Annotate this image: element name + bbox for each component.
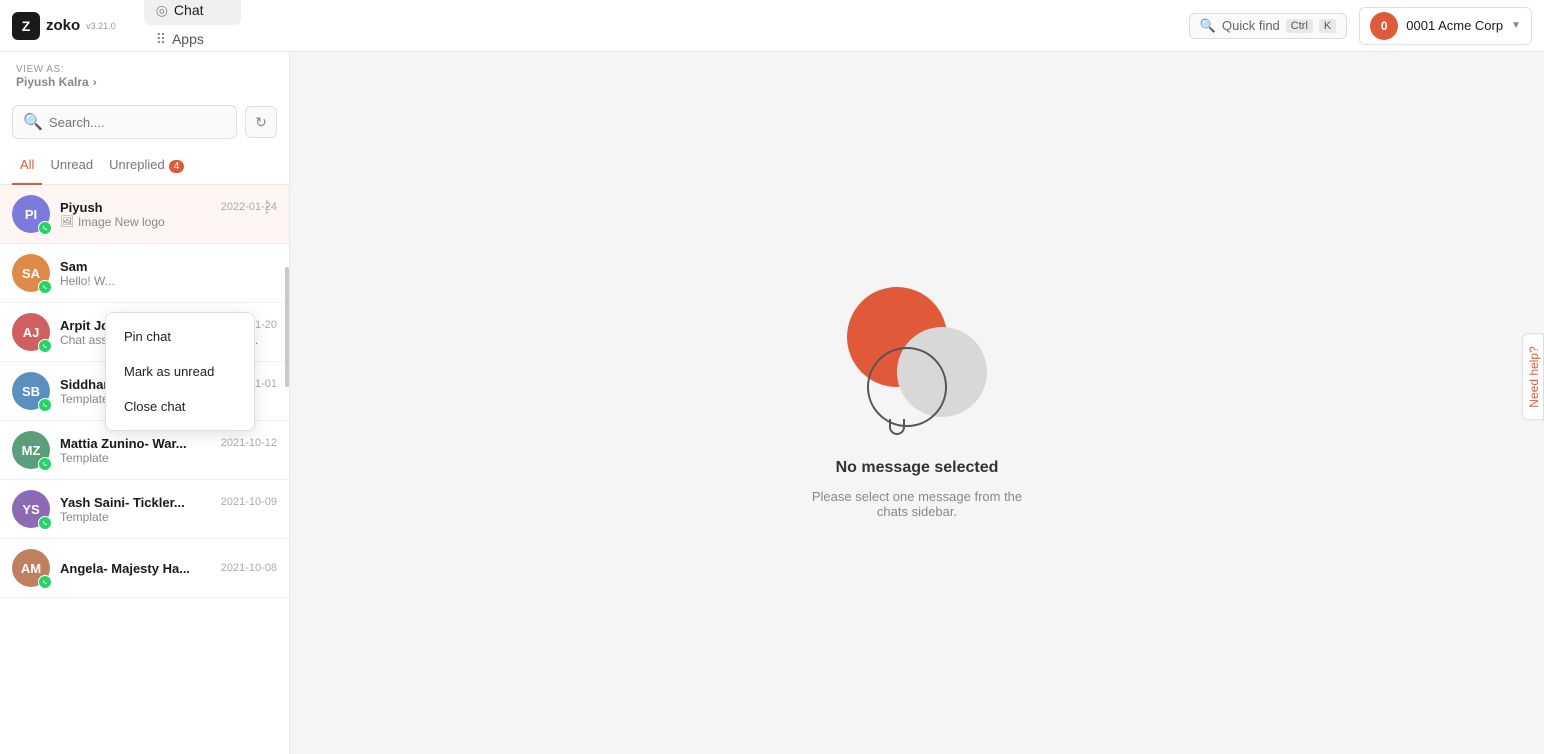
need-help-label: Need help? [1523,334,1544,419]
chat-icon: ◎ [156,2,168,19]
avatar: PI [12,195,50,233]
app-version: v3.21.0 [86,21,116,31]
top-navigation: Z zoko v3.21.0 ○Overview≡Queue◎Chat⠿Apps… [0,0,1544,52]
nav-label-apps: Apps [172,31,204,47]
logo-icon: Z [12,12,40,40]
chat-info: Angela- Majesty Ha... 2021-10-08 [60,561,277,576]
chat-item[interactable]: AM Angela- Majesty Ha... 2021-10-08 [0,539,289,598]
tab-label-all: All [20,157,34,172]
tab-label-unread: Unread [50,157,93,172]
chat-name: Angela- Majesty Ha... [60,561,190,576]
nav-label-chat: Chat [174,2,204,18]
whatsapp-badge [38,575,52,589]
chat-name: Sam [60,259,87,274]
chat-preview: Template [60,451,277,465]
tab-unreplied[interactable]: Unreplied 4 [101,147,192,185]
chat-date: 2021-10-09 [221,496,277,508]
chat-item[interactable]: PI Piyush 2022-01-24 🖼 Image New logo ⋮ [0,185,289,244]
avatar: AM [12,549,50,587]
bubble-outline [867,347,947,427]
more-options-button[interactable]: ⋮ [255,195,279,219]
view-as-name-btn[interactable]: Piyush Kalra › [16,75,273,89]
refresh-icon: ↻ [255,114,267,131]
tab-label-unreplied: Unreplied [109,157,165,172]
nav-item-apps[interactable]: ⠿ Apps [144,25,241,54]
chat-tabs: All Unread Unreplied 4 [0,147,289,185]
tab-badge-unreplied: 4 [169,160,185,173]
main-layout: VIEW AS: Piyush Kalra › 🔍 ↻ All Unread Unr… [0,52,1544,754]
chat-preview: Hello! W... [60,274,277,288]
search-icon: 🔍 [1200,18,1216,34]
account-name: 0001 Acme Corp [1406,18,1503,33]
view-as-label: VIEW AS: [16,64,273,75]
empty-subtitle: Please select one message from the chats… [812,489,1022,519]
context-menu-item-mark_unread[interactable]: Mark as unread [106,354,254,389]
avatar: YS [12,490,50,528]
kbd-k: K [1319,19,1336,33]
chat-info: Yash Saini- Tickler... 2021-10-09 Templa… [60,495,277,524]
refresh-button[interactable]: ↻ [245,106,277,138]
search-icon: 🔍 [23,112,43,132]
view-as-section: VIEW AS: Piyush Kalra › [0,52,289,97]
search-input[interactable] [49,115,226,130]
quick-find-button[interactable]: 🔍 Quick find Ctrl K [1189,13,1347,39]
tab-all[interactable]: All [12,147,42,185]
whatsapp-badge [38,398,52,412]
chat-name: Piyush [60,200,103,215]
account-button[interactable]: 0 0001 Acme Corp ▼ [1359,7,1532,45]
chat-name: Yash Saini- Tickler... [60,495,185,510]
kbd-ctrl: Ctrl [1286,19,1313,33]
search-box[interactable]: 🔍 [12,105,237,139]
avatar: SB [12,372,50,410]
chat-info: Piyush 2022-01-24 🖼 Image New logo [60,200,277,229]
empty-illustration [837,287,997,447]
account-avatar: 0 [1370,12,1398,40]
scrollbar-thumb [285,267,289,387]
chat-item[interactable]: SA Sam Hello! W... [0,244,289,303]
avatar: AJ [12,313,50,351]
tab-unread[interactable]: Unread [42,147,101,185]
whatsapp-badge [38,280,52,294]
whatsapp-badge [38,221,52,235]
main-content: No message selected Please select one me… [290,52,1544,754]
chat-date: 2021-10-08 [221,562,277,574]
sidebar: VIEW AS: Piyush Kalra › 🔍 ↻ All Unread Unr… [0,52,290,754]
need-help-panel: Need help? [1522,333,1544,420]
whatsapp-badge [38,457,52,471]
context-menu-item-pin[interactable]: Pin chat [106,319,254,354]
chat-info: Mattia Zunino- War... 2021-10-12 Templat… [60,436,277,465]
chat-date: 2021-10-12 [221,437,277,449]
avatar: MZ [12,431,50,469]
nav-item-chat[interactable]: ◎ Chat [144,0,241,25]
need-help-button[interactable]: Need help? [1522,333,1544,420]
chat-name: Mattia Zunino- War... [60,436,187,451]
chat-preview: 🖼 Image New logo [60,215,277,229]
search-row: 🔍 ↻ [0,97,289,147]
app-name: zoko [46,17,80,34]
context-menu: Pin chatMark as unreadClose chat [105,312,255,431]
chevron-right-icon: › [93,75,97,89]
whatsapp-badge [38,516,52,530]
chat-preview: Template [60,510,277,524]
apps-icon: ⠿ [156,31,166,48]
chat-info: Sam Hello! W... [60,259,277,288]
whatsapp-badge [38,339,52,353]
logo-area: Z zoko v3.21.0 [12,12,116,40]
chat-list: PI Piyush 2022-01-24 🖼 Image New logo ⋮ … [0,185,289,754]
quick-find-label: Quick find [1222,18,1280,33]
avatar: SA [12,254,50,292]
context-menu-item-close[interactable]: Close chat [106,389,254,424]
chat-item[interactable]: YS Yash Saini- Tickler... 2021-10-09 Tem… [0,480,289,539]
sidebar-scrollbar[interactable] [285,262,289,754]
empty-title: No message selected [836,459,999,477]
chevron-down-icon: ▼ [1511,20,1521,31]
